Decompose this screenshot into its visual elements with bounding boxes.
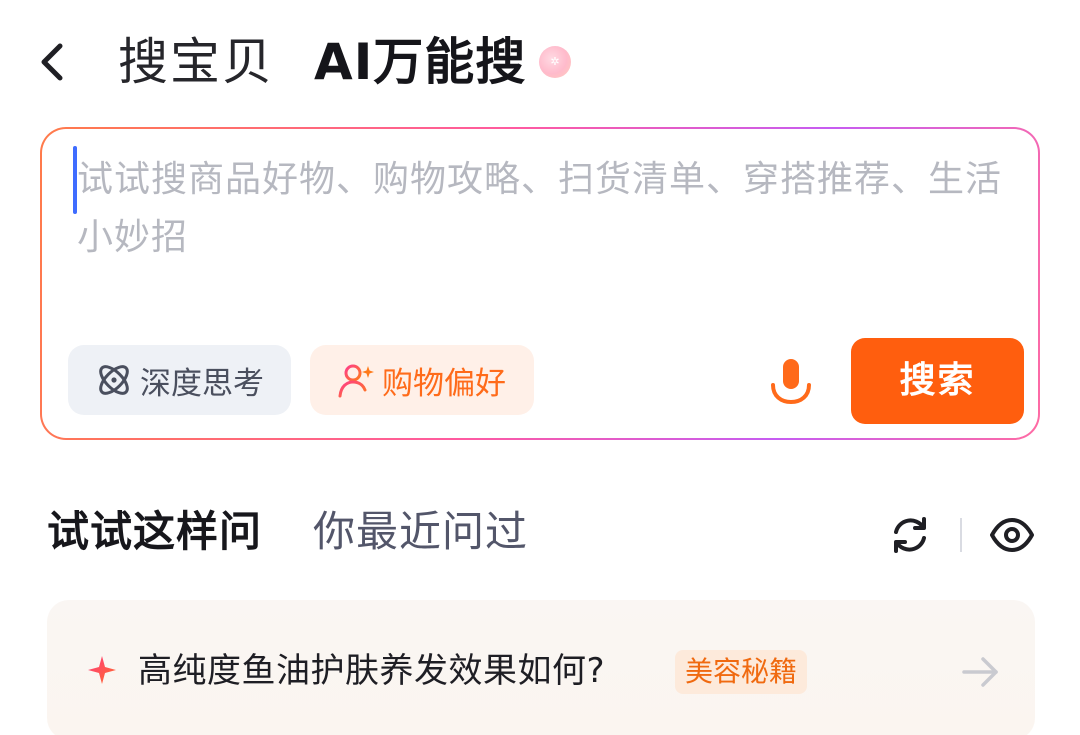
sparkle-icon [88,656,116,684]
voice-input-button[interactable] [769,357,813,407]
shopping-preference-chip[interactable]: 购物偏好 [310,345,534,415]
microphone-icon [771,359,811,405]
user-sparkle-icon [338,364,374,398]
search-box: 试试搜商品好物、购物攻略、扫货清单、穿搭推荐、生活小妙招 深度思考 购物偏好 搜… [40,127,1040,440]
tab-search-item[interactable]: 搜宝贝 [118,30,274,94]
chevron-left-icon [41,43,63,81]
deep-think-label: 深度思考 [140,365,264,402]
tab-ai-search[interactable]: AI万能搜 [314,30,526,94]
eye-icon [990,518,1034,552]
divider [960,518,962,552]
suggestion-tag: 美容秘籍 [675,650,808,694]
suggestion-text: 高纯度鱼油护肤养发效果如何? [138,651,606,691]
search-box-inner[interactable]: 试试搜商品好物、购物攻略、扫货清单、穿搭推荐、生活小妙招 深度思考 购物偏好 搜… [42,129,1038,438]
arrow-right-icon [962,657,998,687]
refresh-button[interactable] [888,513,932,557]
back-button[interactable] [30,38,78,86]
tab-try-asking[interactable]: 试试这样问 [47,502,262,562]
shopping-preference-label: 购物偏好 [382,365,506,402]
deep-think-chip[interactable]: 深度思考 [68,345,291,415]
toggle-visibility-button[interactable] [989,515,1035,555]
search-placeholder[interactable]: 试试搜商品好物、购物攻略、扫货清单、穿搭推荐、生活小妙招 [77,151,1022,267]
ai-orb-icon: ✲ [539,46,571,78]
ai-search-page: 搜宝贝 AI万能搜 ✲ 试试搜商品好物、购物攻略、扫货清单、穿搭推荐、生活小妙招… [0,0,1080,735]
refresh-icon [894,517,926,553]
header: 搜宝贝 AI万能搜 ✲ [0,0,1080,125]
tab-recent-questions[interactable]: 你最近问过 [313,502,528,562]
search-button[interactable]: 搜索 [851,338,1024,424]
suggestion-card[interactable]: 高纯度鱼油护肤养发效果如何? 美容秘籍 [47,600,1035,735]
atom-icon [99,365,129,395]
